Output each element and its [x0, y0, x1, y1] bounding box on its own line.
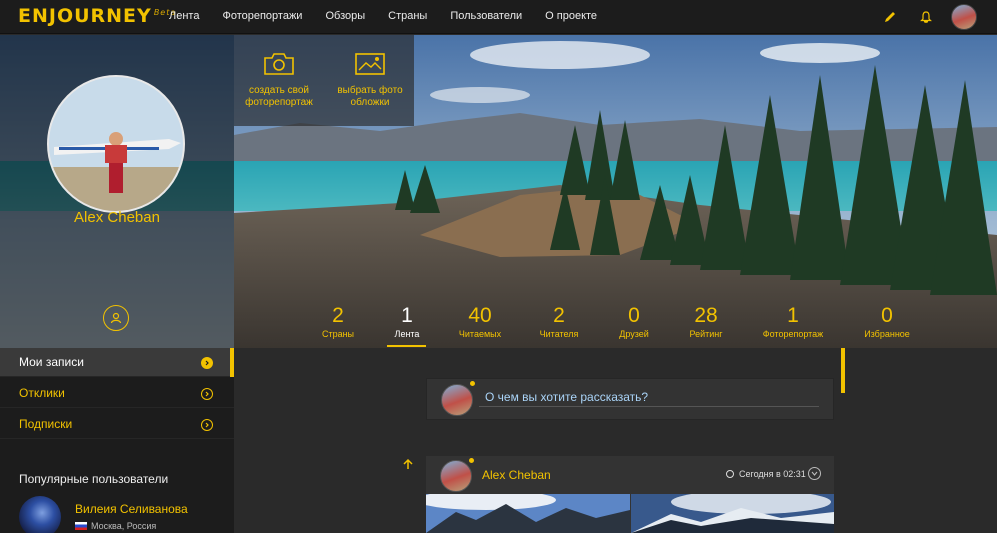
create-report-label: создать свой фоторепортаж: [245, 85, 313, 108]
compose-underline: [479, 406, 819, 407]
feed-marker: [841, 348, 845, 393]
profile-stats: 2 Страны 1 Лента 40 Читаемых 2 Читателя 0 Дру…: [234, 304, 997, 348]
location-text: Москва, Россия: [91, 521, 157, 531]
stat-countries[interactable]: 2 Страны: [318, 304, 358, 340]
sidebar-item-label: Подписки: [19, 417, 73, 431]
post-card: Alex Cheban Сегодня в 02:31: [426, 456, 834, 533]
stat-following[interactable]: 40 Читаемых: [455, 304, 505, 340]
cover-actions: создать свой фоторепортаж выбрать фото о…: [234, 35, 414, 126]
stat-label: Читаемых: [458, 329, 502, 339]
stat-value: 0: [881, 304, 893, 327]
popular-user-name[interactable]: Вилеия Селиванова: [75, 502, 188, 516]
nav-item-countries[interactable]: Страны: [388, 10, 427, 22]
bell-icon[interactable]: [913, 4, 939, 30]
popular-users-title: Популярные пользователи: [19, 472, 169, 486]
stat-label: Рейтинг: [689, 329, 723, 339]
stat-value: 1: [401, 304, 413, 327]
stat-label: Страны: [321, 329, 355, 339]
camera-icon: [264, 53, 294, 75]
choose-cover-button[interactable]: выбрать фото обложки: [330, 51, 410, 109]
user-icon: [110, 312, 122, 324]
stat-friends[interactable]: 0 Друзей: [616, 304, 652, 340]
russia-flag-icon: [75, 522, 87, 530]
sidebar-item-my-posts[interactable]: Мои записи: [0, 348, 234, 377]
popular-user-avatar[interactable]: [19, 496, 61, 533]
stat-label: Фоторепортаж: [762, 329, 824, 339]
image-icon: [355, 53, 385, 75]
nav-item-feed[interactable]: Лента: [169, 10, 199, 22]
chevron-right-icon: [201, 388, 213, 400]
chevron-right-icon: [201, 419, 213, 431]
post-author[interactable]: Alex Cheban: [482, 468, 551, 482]
chevron-right-icon: [201, 357, 213, 369]
compose-avatar: [441, 384, 473, 416]
sidebar-item-subscriptions[interactable]: Подписки: [0, 410, 234, 439]
sidebar-item-label: Отклики: [19, 386, 65, 400]
pencil-icon[interactable]: [877, 4, 903, 30]
stat-label: Избранное: [864, 329, 910, 339]
stat-value: 40: [468, 304, 492, 327]
post-time-text: Сегодня в 02:31: [739, 469, 806, 479]
stat-rating[interactable]: 28 Рейтинг: [686, 304, 726, 340]
top-actions: [873, 4, 977, 30]
popular-user-location: Москва, Россия: [75, 521, 156, 531]
arrow-up-icon[interactable]: [401, 457, 415, 471]
clock-icon: [726, 470, 734, 478]
nav-item-users[interactable]: Пользователи: [450, 10, 522, 22]
online-dot: [469, 458, 474, 463]
stat-feed[interactable]: 1 Лента: [387, 304, 427, 340]
nav-item-photo-reports[interactable]: Фоторепортажи: [222, 10, 302, 22]
stat-followers[interactable]: 2 Читателя: [537, 304, 581, 340]
post-author-avatar[interactable]: [440, 460, 472, 492]
chevron-down-icon: [811, 471, 818, 476]
post-time: Сегодня в 02:31: [726, 469, 806, 479]
sidebar-item-label: Мои записи: [19, 355, 84, 369]
nav-item-about[interactable]: О проекте: [545, 10, 597, 22]
nav-item-reviews[interactable]: Обзоры: [325, 10, 365, 22]
sidebar-item-responses[interactable]: Отклики: [0, 379, 234, 408]
stat-value: 28: [694, 304, 718, 327]
stat-value: 0: [628, 304, 640, 327]
stat-value: 2: [332, 304, 344, 327]
stat-favorites[interactable]: 0 Избранное: [860, 304, 914, 340]
profile-name: Alex Cheban: [74, 209, 160, 226]
compose-input[interactable]: О чем вы хотите рассказать?: [485, 390, 648, 404]
top-navbar: ENJOURNEY Beta Лента Фоторепортажи Обзоры…: [0, 0, 997, 34]
main-nav: Лента Фоторепортажи Обзоры Страны Пользо…: [169, 10, 620, 22]
post-menu-button[interactable]: [808, 467, 821, 480]
active-tab-indicator: [387, 345, 426, 347]
profile-button[interactable]: [103, 305, 129, 331]
online-dot: [470, 381, 475, 386]
choose-cover-label: выбрать фото обложки: [337, 85, 403, 108]
stat-label: Лента: [394, 329, 420, 339]
compose-box[interactable]: О чем вы хотите рассказать?: [426, 378, 834, 420]
post-image[interactable]: [631, 494, 834, 533]
stat-value: 2: [553, 304, 565, 327]
create-report-button[interactable]: создать свой фоторепортаж: [239, 51, 319, 109]
logo-text: ENJOURNEY: [18, 5, 152, 27]
sidebar: Мои записи Отклики Подписки Популярные п…: [0, 348, 234, 533]
stat-label: Друзей: [619, 329, 649, 339]
stat-label: Читателя: [539, 329, 579, 339]
profile-panel: Alex Cheban: [0, 35, 234, 348]
feed: О чем вы хотите рассказать? Alex Cheban …: [234, 348, 997, 533]
stat-value: 1: [787, 304, 799, 327]
profile-photo[interactable]: [47, 75, 185, 213]
logo[interactable]: ENJOURNEY Beta: [18, 5, 176, 27]
page: ENJOURNEY Beta Лента Фоторепортажи Обзоры…: [0, 0, 997, 533]
stat-photo-reports[interactable]: 1 Фоторепортаж: [759, 304, 827, 340]
post-header: Alex Cheban Сегодня в 02:31: [426, 456, 834, 494]
post-image[interactable]: [426, 494, 630, 533]
user-avatar[interactable]: [951, 4, 977, 30]
